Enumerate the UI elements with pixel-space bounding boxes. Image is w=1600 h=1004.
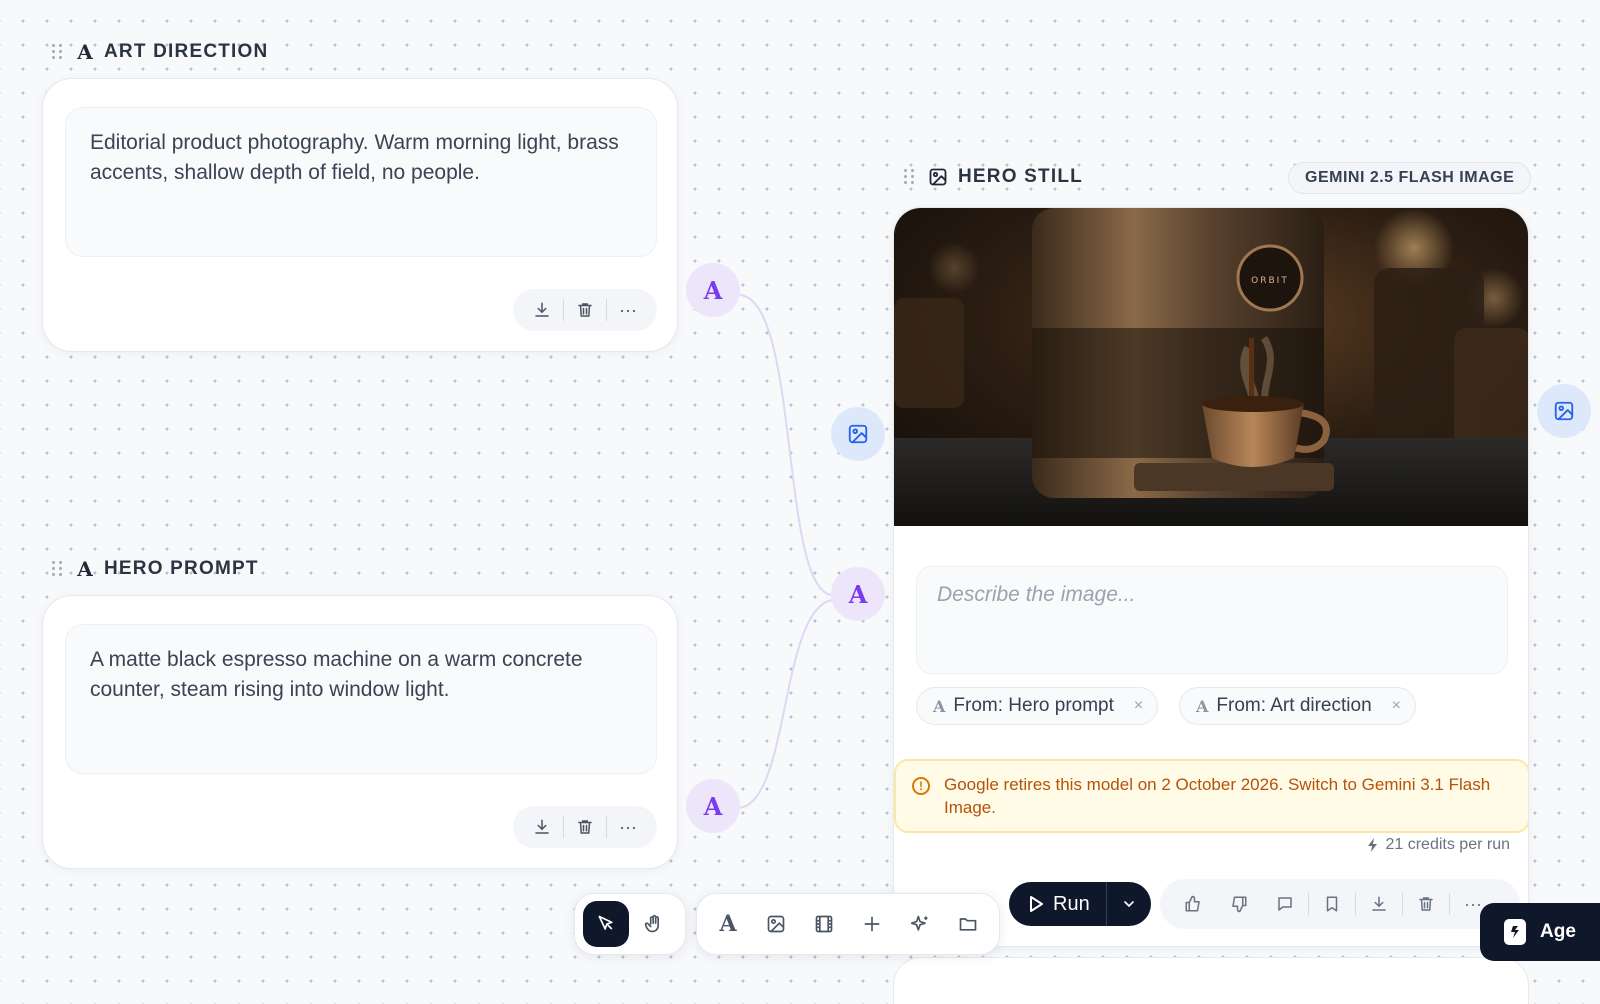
next-node-card <box>893 957 1529 1004</box>
trash-icon[interactable] <box>564 806 606 848</box>
add-node-toolbar: A <box>696 893 1000 955</box>
hero-still-card: ORBIT Describe the image... A From: Hero… <box>893 207 1529 947</box>
lightning-icon <box>1367 837 1379 852</box>
image-prompt-input[interactable]: Describe the image... <box>916 566 1508 674</box>
art-direction-card: Editorial product photography. Warm morn… <box>42 78 678 352</box>
hero-prompt-card: A matte black espresso machine on a warm… <box>42 595 678 869</box>
art-direction-text[interactable]: Editorial product photography. Warm morn… <box>65 107 657 257</box>
agent-logo-icon <box>1504 919 1526 945</box>
text-type-icon: A <box>77 557 93 581</box>
image-type-icon <box>928 167 948 187</box>
text-type-icon: A <box>77 40 93 64</box>
art-direction-header[interactable]: A ART DIRECTION <box>52 40 268 64</box>
hero-prompt-header[interactable]: A HERO PROMPT <box>52 557 259 581</box>
card-toolbar: ··· <box>513 806 657 848</box>
folder-icon[interactable] <box>945 901 991 947</box>
generated-image[interactable]: ORBIT <box>894 208 1529 526</box>
image-input-port[interactable] <box>831 407 885 461</box>
trash-icon[interactable] <box>1403 881 1449 927</box>
node-title: HERO STILL <box>958 166 1083 187</box>
more-icon[interactable]: ··· <box>607 806 649 848</box>
text-node-icon[interactable]: A <box>705 901 751 947</box>
close-icon[interactable]: × <box>1134 697 1143 715</box>
agent-label: Age <box>1540 921 1576 942</box>
download-icon[interactable] <box>1356 881 1402 927</box>
download-icon[interactable] <box>521 806 563 848</box>
download-icon[interactable] <box>521 289 563 331</box>
image-output-port[interactable] <box>1537 384 1591 438</box>
thumbs-down-icon[interactable] <box>1216 881 1262 927</box>
trash-icon[interactable] <box>564 289 606 331</box>
credits-text: 21 credits per run <box>1385 836 1510 853</box>
text-type-icon: A <box>1196 696 1209 716</box>
deprecation-warning: ! Google retires this model on 2 October… <box>894 759 1528 833</box>
card-toolbar: ··· <box>513 289 657 331</box>
run-button[interactable]: Run <box>1009 882 1106 926</box>
node-title: ART DIRECTION <box>104 41 269 62</box>
drag-handle-icon[interactable] <box>904 168 918 186</box>
sparkles-icon[interactable] <box>897 901 943 947</box>
agent-button[interactable]: Age <box>1480 903 1600 961</box>
hand-icon[interactable] <box>631 901 677 947</box>
cursor-icon[interactable] <box>583 901 629 947</box>
run-label: Run <box>1053 892 1090 915</box>
canvas-mode-toolbar <box>574 893 686 955</box>
thumbs-up-icon[interactable] <box>1170 881 1216 927</box>
plus-icon[interactable] <box>849 901 895 947</box>
film-icon[interactable] <box>801 901 847 947</box>
more-icon[interactable]: ··· <box>607 289 649 331</box>
result-action-bar: ··· <box>1160 879 1520 929</box>
text-input-port[interactable]: A <box>831 567 885 621</box>
comment-icon[interactable] <box>1262 881 1308 927</box>
play-icon <box>1030 896 1043 912</box>
hero-still-header[interactable]: HERO STILL <box>904 165 1083 189</box>
close-icon[interactable]: × <box>1392 697 1401 715</box>
image-node-icon[interactable] <box>753 901 799 947</box>
credits-per-run: 21 credits per run <box>1367 836 1510 854</box>
image-brand-label: ORBIT <box>1251 276 1289 286</box>
drag-handle-icon[interactable] <box>52 43 66 61</box>
chevron-down-icon[interactable] <box>1107 896 1151 912</box>
hero-prompt-output-port[interactable]: A <box>686 779 740 833</box>
drag-handle-icon[interactable] <box>52 560 66 578</box>
source-chip-hero-prompt[interactable]: A From: Hero prompt × <box>916 687 1159 725</box>
run-button-group: Run <box>1009 882 1151 926</box>
source-chip-art-direction[interactable]: A From: Art direction × <box>1179 687 1416 725</box>
node-title: HERO PROMPT <box>104 558 259 579</box>
hero-prompt-text[interactable]: A matte black espresso machine on a warm… <box>65 624 657 774</box>
model-badge[interactable]: GEMINI 2.5 FLASH IMAGE <box>1288 162 1532 194</box>
bookmark-add-icon[interactable] <box>1309 881 1355 927</box>
chip-label: From: Art direction <box>1216 695 1372 716</box>
warning-text: Google retires this model on 2 October 2… <box>944 775 1491 817</box>
warning-icon: ! <box>912 777 930 795</box>
text-type-icon: A <box>933 696 946 716</box>
chip-label: From: Hero prompt <box>953 695 1114 716</box>
art-direction-output-port[interactable]: A <box>686 263 740 317</box>
